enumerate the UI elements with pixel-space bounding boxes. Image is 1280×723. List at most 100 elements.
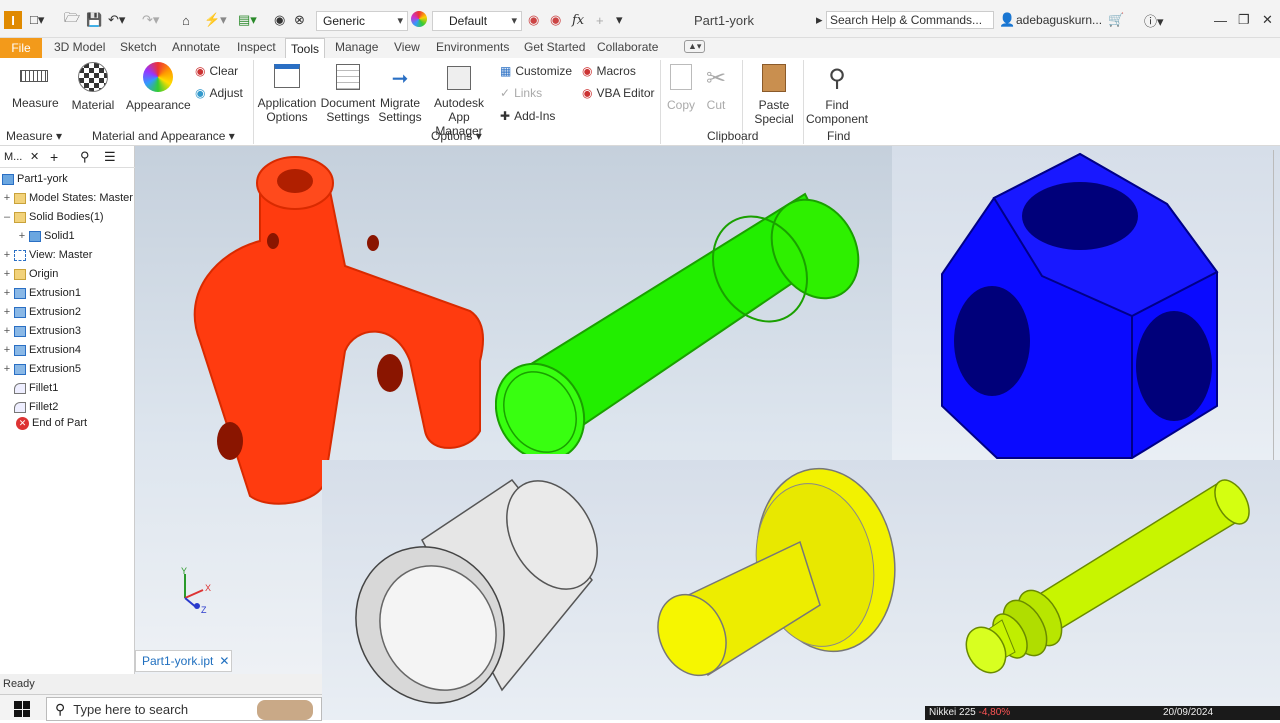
customize-button[interactable]: ▦ Customize [500,64,572,78]
redo-icon[interactable]: ↷▾ [142,11,159,29]
tab-annotate[interactable]: Annotate [172,40,220,54]
add-browser-icon[interactable]: + [50,149,80,165]
restore-icon[interactable]: ❐ [1238,11,1250,29]
color-override-icon[interactable]: ◉ [274,11,285,29]
update-icon[interactable]: ⚡▾ [204,11,227,29]
expand-icon[interactable]: + [2,325,12,337]
tab-sketch[interactable]: Sketch [120,40,157,54]
panel-label-measure[interactable]: Measure ▾ [6,129,62,143]
parameters-fx-icon[interactable]: fx [572,11,584,29]
expand-icon[interactable]: + [2,363,12,375]
help-search-input[interactable]: Search Help & Commands... [826,11,994,29]
tree-item-solid-bodies[interactable]: – Solid Bodies(1) [2,209,104,225]
expand-icon[interactable]: + [17,230,27,242]
expand-icon[interactable]: + [2,249,12,261]
expand-icon[interactable]: + [2,344,12,356]
taskbar-search[interactable]: ⚲ Type here to search [46,697,322,721]
app-options-label-2: Options [266,110,308,124]
application-options-button[interactable]: Application Options [256,62,318,124]
plus-icon[interactable]: + [596,11,604,29]
expand-icon[interactable]: + [2,192,12,204]
browser-header: M... ✕ + ⚲ ☰ [0,146,135,168]
home-icon[interactable]: ⌂ [182,11,190,29]
tab-file[interactable]: File [0,38,42,58]
clear-appearance-button[interactable]: ◉ Clear [195,64,238,78]
app-manager-button[interactable]: Autodesk App Manager [424,62,494,138]
tab-inspect[interactable]: Inspect [237,40,276,54]
new-file-icon[interactable]: □▾ [30,11,44,29]
undo-icon[interactable]: ↶▾ [108,11,125,29]
tree-item-solid1[interactable]: + Solid1 [17,228,75,244]
tree-item-fillet1[interactable]: Fillet1 [14,380,58,396]
material-button[interactable]: Material [70,62,116,112]
close-browser-icon[interactable]: ✕ [30,150,50,163]
tab-manage[interactable]: Manage [335,40,378,54]
select-icon[interactable]: ▤▾ [238,11,257,29]
cut-button[interactable]: ✂ Cut [700,62,732,112]
customize-qat-icon[interactable]: ▾ [616,11,623,29]
extrusion-icon [14,306,26,318]
tree-item-extrusion5[interactable]: + Extrusion5 [2,361,81,377]
color-wheel-icon [143,62,173,92]
tab-3d-model[interactable]: 3D Model [54,40,105,54]
vertical-scrollbar[interactable] [1273,150,1279,460]
panel-label-options[interactable]: Options ▾ [431,129,482,143]
appearance-button[interactable]: Appearance [126,62,191,112]
expand-icon[interactable]: + [2,287,12,299]
tab-view[interactable]: View [394,40,420,54]
copy-button[interactable]: Copy [664,62,698,112]
vba-editor-button[interactable]: ◉ VBA Editor [582,86,655,100]
user-icon[interactable]: 👤 [999,11,1015,29]
tree-item-end-of-part[interactable]: ✕ End of Part [16,415,87,431]
ribbon-display-toggle-icon[interactable]: ▲▾ [684,40,706,53]
tree-item-extrusion2[interactable]: + Extrusion2 [2,304,81,320]
find-component-button[interactable]: ⚲ Find Component [805,62,869,126]
windows-start-icon[interactable] [14,701,30,717]
tree-item-extrusion4[interactable]: + Extrusion4 [2,342,81,358]
tab-tools[interactable]: Tools [285,38,325,58]
adjust-appearance-icon[interactable]: ◉ [528,11,539,29]
graphics-window[interactable]: Y X Z [135,146,1280,720]
tree-item-extrusion1[interactable]: + Extrusion1 [2,285,81,301]
tree-item-fillet2[interactable]: Fillet2 [14,399,58,415]
save-icon[interactable]: 💾 [86,11,102,29]
open-folder-icon[interactable]: 🗁 [64,10,80,29]
minimize-icon[interactable]: — [1214,11,1227,29]
paste-special-button[interactable]: Paste Special [750,62,798,126]
macros-button[interactable]: ◉ Macros [582,64,636,78]
inventor-logo-icon[interactable]: I [4,11,22,29]
adjust-appearance-button[interactable]: ◉ Adjust [195,86,243,100]
browser-search-icon[interactable]: ⚲ [80,149,104,165]
cart-icon[interactable]: 🛒 [1108,11,1124,29]
tab-collaborate[interactable]: Collaborate [597,40,658,54]
migrate-settings-button[interactable]: ➞ Migrate Settings [378,62,422,124]
document-settings-button[interactable]: Document Settings [320,62,376,124]
tree-label: Extrusion1 [29,287,81,299]
close-document-icon[interactable]: ✕ [219,654,229,668]
tree-item-view[interactable]: + View: Master [2,247,93,263]
close-icon[interactable]: ✕ [1262,11,1273,29]
tab-get-started[interactable]: Get Started [524,40,585,54]
tree-item-origin[interactable]: + Origin [2,266,59,282]
expand-icon[interactable]: + [2,306,12,318]
expand-icon[interactable]: + [2,268,12,280]
panel-label-material-appearance[interactable]: Material and Appearance ▾ [92,129,235,143]
document-tab[interactable]: Part1-york.ipt ✕ [135,650,232,672]
tab-environments[interactable]: Environments [436,40,509,54]
clear-appearance-icon[interactable]: ◉ [550,11,561,29]
material-dropdown[interactable]: Generic [316,11,408,31]
links-button[interactable]: ✓ Links [500,86,542,100]
collapse-icon[interactable]: – [2,211,12,223]
tree-item-model-states[interactable]: + Model States: Master [2,190,133,206]
help-icon[interactable]: ⓘ▾ [1144,11,1164,29]
clear-override-icon[interactable]: ⊗ [294,11,305,29]
user-account[interactable]: adebaguskurn... [1016,11,1102,29]
browser-tab-model[interactable]: M... [4,151,30,163]
browser-menu-icon[interactable]: ☰ [104,149,116,165]
appearance-dropdown[interactable]: Default [432,11,522,31]
tree-item-extrusion3[interactable]: + Extrusion3 [2,323,81,339]
vba-label: VBA Editor [596,86,655,100]
tree-root[interactable]: Part1-york [2,171,68,187]
measure-button[interactable]: Measure [12,64,59,110]
add-ins-button[interactable]: ✚ Add-Ins [500,109,555,123]
